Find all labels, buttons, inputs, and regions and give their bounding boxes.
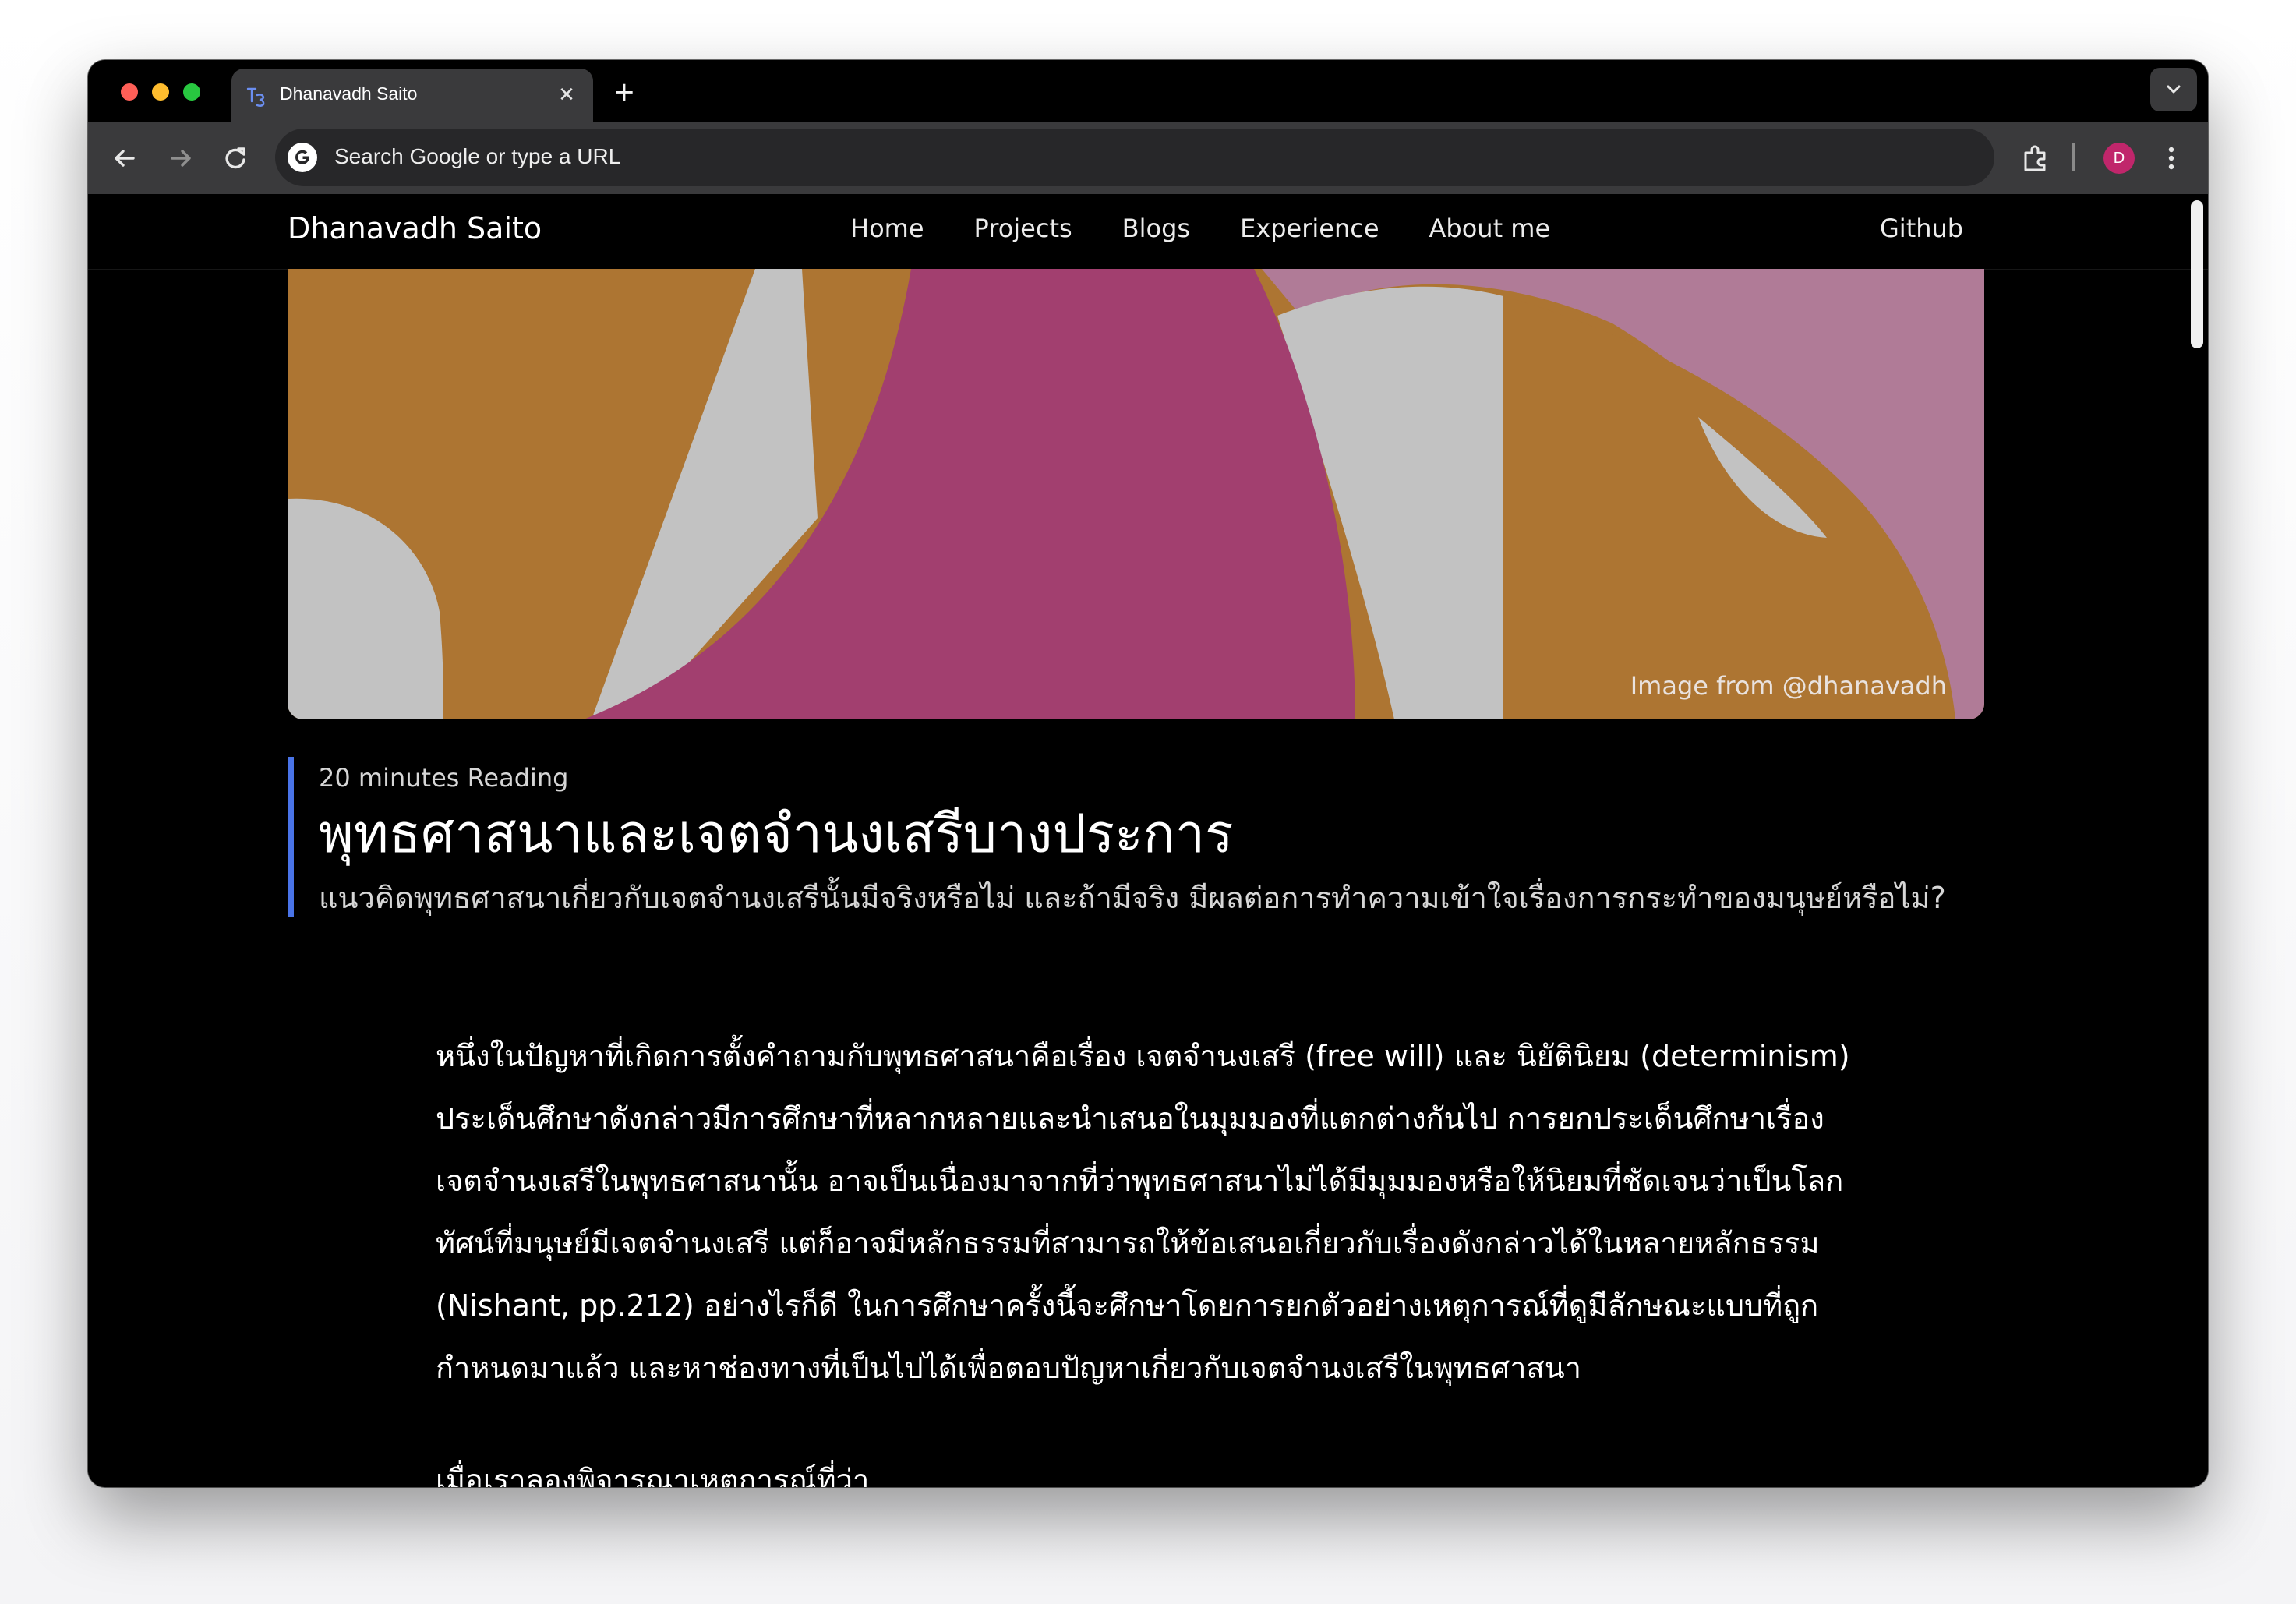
nav-home[interactable]: Home <box>850 214 924 243</box>
tab-title: Dhanavadh Saito <box>280 83 418 104</box>
reading-time: 20 minutes Reading <box>319 763 569 793</box>
paragraph-line: (Nishant, pp.212) อย่างไรก็ดี ในการศึกษา… <box>436 1288 1819 1323</box>
site-header: Dhanavadh Saito Home Projects Blogs Expe… <box>88 194 2208 270</box>
site-brand[interactable]: Dhanavadh Saito <box>288 211 542 246</box>
forward-icon[interactable] <box>163 140 199 176</box>
reload-icon[interactable] <box>217 140 253 176</box>
browser-tab-active[interactable]: Dhanavadh Saito ✕ <box>231 69 593 122</box>
new-tab-button[interactable]: + <box>609 77 640 108</box>
paragraph-line: เจตจำนงเสรีในพุทธศาสนานั้น อาจเป็นเนื่อง… <box>436 1164 1844 1198</box>
paragraph-line: ทัศน์ที่มนุษย์มีเจตจำนงเสรี แต่ก็อาจมีหล… <box>436 1226 1820 1260</box>
close-window-button[interactable] <box>121 83 138 101</box>
site-favicon-icon <box>246 87 265 107</box>
nav-blogs[interactable]: Blogs <box>1122 214 1190 243</box>
zoom-window-button[interactable] <box>183 83 200 101</box>
paragraph-line: เมื่อเราลองพิจารณาเหตุการณ์ที่ว่า <box>436 1463 870 1487</box>
article-header: 20 minutes Reading พุทธศาสนาและเจตจำนงเส… <box>288 757 2008 917</box>
toolbar-divider <box>2072 143 2075 171</box>
main-nav: Home Projects Blogs Experience About me <box>850 214 1600 243</box>
hero-image: Image from @dhanavadh <box>288 269 1984 719</box>
paragraph-line: หนึ่งในปัญหาที่เกิดการตั้งคำถามกับพุทธศา… <box>436 1039 1850 1073</box>
google-icon <box>288 143 317 172</box>
tab-search-chevron-icon <box>2167 85 2181 94</box>
paragraph-line: ประเด็นศึกษาดังกล่าวมีการศึกษาที่หลากหลา… <box>436 1101 1824 1136</box>
browser-window: Dhanavadh Saito ✕ + Search Google or typ… <box>88 60 2208 1487</box>
article-paragraph: หนึ่งในปัญหาที่เกิดการตั้งคำถามกับพุทธศา… <box>436 1025 1916 1399</box>
page-scrollbar[interactable] <box>2191 200 2203 348</box>
nav-experience[interactable]: Experience <box>1240 214 1379 243</box>
nav-github[interactable]: Github <box>1880 214 1963 243</box>
hero-abstract-artwork <box>288 269 1984 719</box>
address-bar[interactable]: Search Google or type a URL <box>275 129 1994 186</box>
extensions-icon[interactable] <box>2018 140 2054 176</box>
page-viewport: Dhanavadh Saito Home Projects Blogs Expe… <box>88 194 2208 1487</box>
address-placeholder: Search Google or type a URL <box>334 144 621 168</box>
tab-search-button[interactable] <box>2150 68 2197 111</box>
nav-about-me[interactable]: About me <box>1429 214 1551 243</box>
article-subtitle: แนวคิดพุทธศาสนาเกี่ยวกับเจตจำนงเสรีนั้นม… <box>319 881 1946 915</box>
paragraph-line: กำหนดมาแล้ว และหาช่องทางที่เป็นไปได้เพื่… <box>436 1351 1582 1385</box>
kebab-menu-icon[interactable] <box>2153 140 2189 176</box>
hero-image-credit: Image from @dhanavadh <box>1630 671 1947 701</box>
minimize-window-button[interactable] <box>152 83 169 101</box>
tab-strip: Dhanavadh Saito ✕ + <box>88 60 2208 122</box>
back-icon[interactable] <box>107 140 143 176</box>
nav-projects[interactable]: Projects <box>974 214 1072 243</box>
tab-close-icon[interactable]: ✕ <box>551 79 582 111</box>
article-paragraph: เมื่อเราลองพิจารณาเหตุการณ์ที่ว่า <box>436 1449 1916 1487</box>
profile-avatar[interactable]: D <box>2103 143 2135 174</box>
article-title: พุทธศาสนาและเจตจำนงเสรีบางประการ <box>319 804 1234 865</box>
